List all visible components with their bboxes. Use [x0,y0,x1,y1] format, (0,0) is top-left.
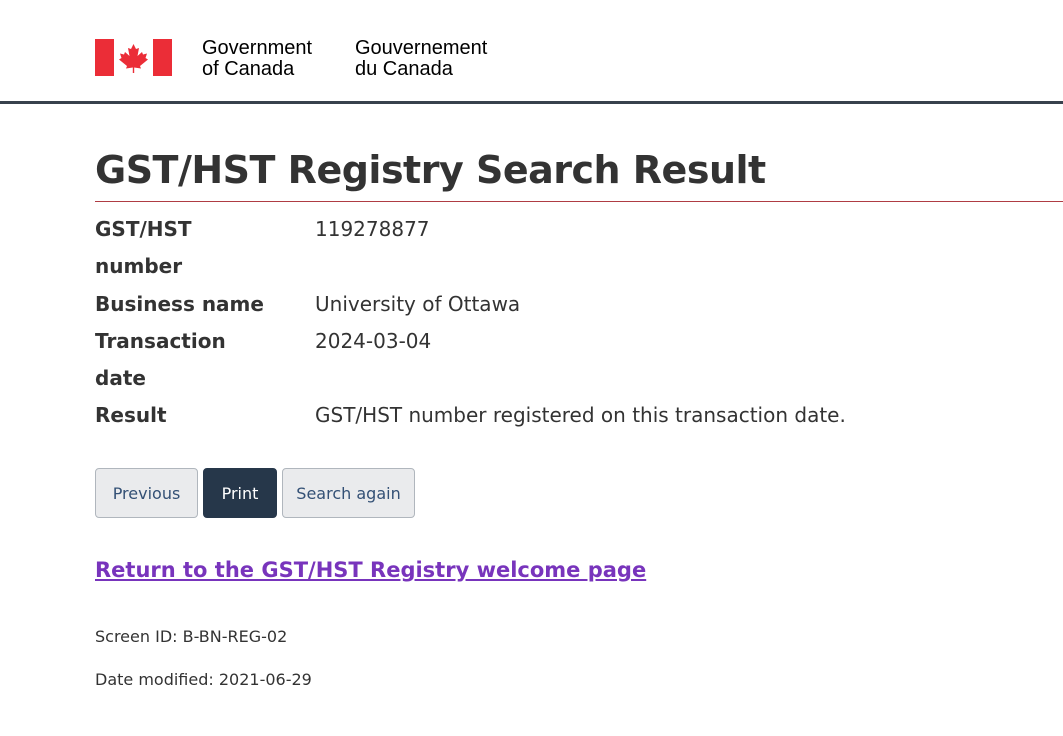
screen-id: Screen ID: B-BN-REG-02 [95,627,288,646]
signature-en-line2: of Canada [202,58,295,80]
signature-fr-line1: Gouvernement [355,37,488,59]
previous-button[interactable]: Previous [95,468,198,518]
site-header: Government of Canada Gouvernement du Can… [0,0,1063,104]
result-value: GST/HST number registered on this transa… [315,403,846,427]
date-modified: Date modified: 2021-06-29 [95,670,312,689]
gst-number-label-line1: GST/HST [95,217,192,241]
canada-flag-icon[interactable] [95,39,172,76]
transaction-date-label: Transaction date [95,323,295,397]
business-name-value: University of Ottawa [315,292,521,316]
transaction-date-label-line1: Transaction [95,329,226,353]
government-signature-en[interactable]: Government of Canada [202,38,312,80]
transaction-date-value: 2024-03-04 [315,329,432,353]
transaction-date-label-line2: date [95,366,146,390]
gst-number-label-line2: number [95,254,183,278]
gst-number-label: GST/HST number [95,211,295,285]
gst-number-value: 119278877 [315,217,430,241]
page-title: GST/HST Registry Search Result [95,140,1063,202]
business-name-label: Business name [95,292,264,316]
return-to-welcome-link[interactable]: Return to the GST/HST Registry welcome p… [95,552,646,589]
government-signature-fr[interactable]: Gouvernement du Canada [355,38,487,80]
search-again-button[interactable]: Search again [282,468,415,518]
signature-en-line1: Government [202,37,313,59]
result-label: Result [95,403,167,427]
signature-fr-line2: du Canada [355,58,453,80]
print-button[interactable]: Print [203,468,277,518]
